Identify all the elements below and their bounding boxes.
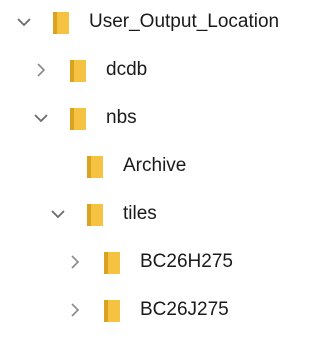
tree-item-label: BC26H275 xyxy=(140,251,233,272)
tree-item-label: dcdb xyxy=(106,59,148,80)
tree-item-nbs[interactable]: nbs xyxy=(0,98,327,138)
chevron-right-icon[interactable] xyxy=(31,60,51,80)
tree-item-bc26j275[interactable]: BC26J275 xyxy=(0,290,327,330)
folder-icon xyxy=(70,108,86,130)
tree-item-tiles[interactable]: tiles xyxy=(0,194,327,234)
tree-item-user-output-location[interactable]: User_Output_Location xyxy=(0,2,327,42)
tree-item-label: User_Output_Location xyxy=(89,11,280,32)
folder-icon xyxy=(53,12,69,34)
tree-item-archive[interactable]: Archive xyxy=(0,146,327,186)
chevron-down-icon[interactable] xyxy=(48,204,68,224)
tree-item-bc26h275[interactable]: BC26H275 xyxy=(0,242,327,282)
tree-item-label: BC26J275 xyxy=(140,299,229,320)
chevron-down-icon[interactable] xyxy=(14,12,34,32)
chevron-right-icon[interactable] xyxy=(65,300,85,320)
folder-icon xyxy=(70,60,86,82)
tree-item-dcdb[interactable]: dcdb xyxy=(0,50,327,90)
folder-icon xyxy=(87,204,103,226)
chevron-down-icon[interactable] xyxy=(31,108,51,128)
chevron-right-icon[interactable] xyxy=(65,252,85,272)
tree-item-label: Archive xyxy=(123,155,187,176)
folder-icon xyxy=(87,156,103,178)
folder-icon xyxy=(104,300,120,322)
tree-item-label: nbs xyxy=(106,107,137,128)
tree-item-label: tiles xyxy=(123,203,157,224)
folder-icon xyxy=(104,252,120,274)
folder-tree: User_Output_Location dcdb nbs Archive ti… xyxy=(0,0,327,347)
